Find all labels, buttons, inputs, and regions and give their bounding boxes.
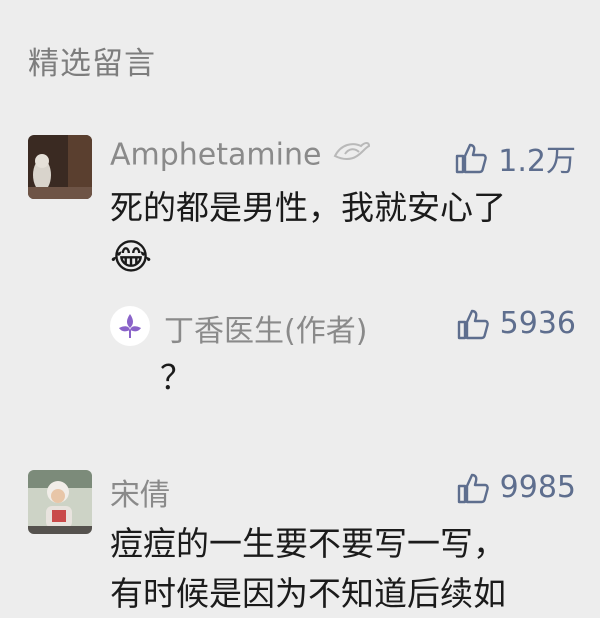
thumbs-up-icon	[457, 309, 489, 339]
thumbs-up-icon	[456, 143, 488, 174]
comment-author[interactable]: 宋倩	[110, 470, 170, 514]
clove-logo-icon	[110, 306, 150, 346]
comment-text-line: 有时候是因为不知道后续如	[110, 574, 506, 613]
reply-text: ？	[160, 358, 193, 397]
reply-author[interactable]: 丁香医生(作者)	[164, 306, 367, 350]
avatar[interactable]	[28, 470, 92, 534]
thumbs-up-icon	[457, 473, 489, 503]
avatar[interactable]	[28, 135, 92, 199]
comment-author[interactable]: Amphetamine	[110, 136, 371, 176]
dove-badge-icon	[331, 136, 371, 176]
comment-emoji: 😂	[110, 237, 153, 278]
section-title: 精选留言	[28, 46, 156, 82]
reply-avatar[interactable]	[110, 306, 150, 346]
comment-text-line: 痘痘的一生要不要写一写，	[110, 524, 506, 563]
like-button[interactable]: 9985	[456, 470, 576, 505]
comment-text: 死的都是男性，我就安心了	[110, 188, 506, 227]
like-button[interactable]: 1.2万	[454, 136, 576, 180]
reply-like-button[interactable]: 5936	[456, 306, 576, 341]
